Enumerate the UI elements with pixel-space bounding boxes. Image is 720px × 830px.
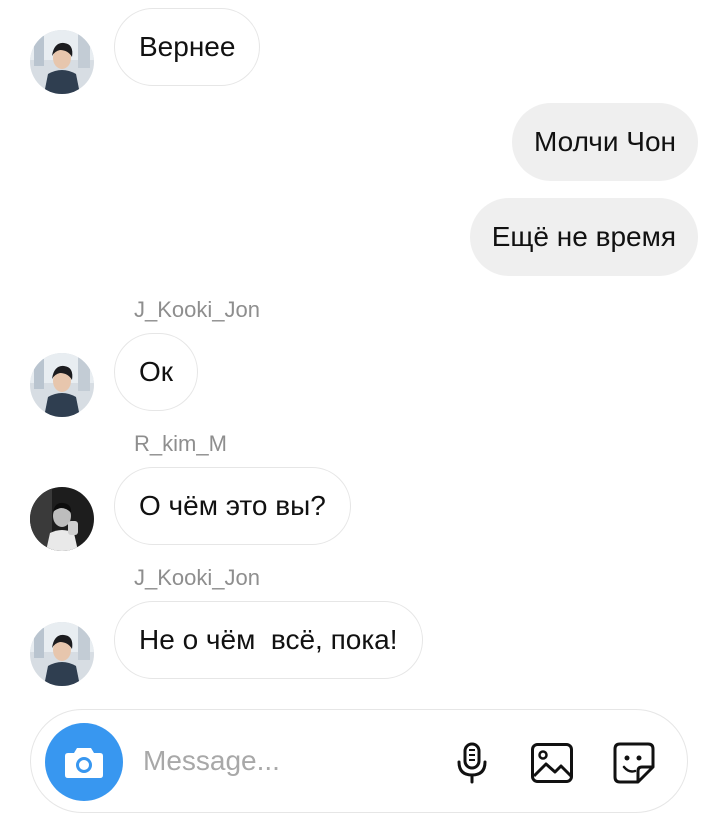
- microphone-button[interactable]: [449, 740, 495, 786]
- sender-username: R_kim_M: [134, 431, 227, 456]
- message-input[interactable]: [143, 738, 443, 784]
- avatar[interactable]: [30, 30, 94, 94]
- avatar[interactable]: [30, 353, 94, 417]
- incoming-message-bubble[interactable]: Вернее: [114, 8, 261, 86]
- avatar[interactable]: [30, 487, 94, 551]
- sticker-icon: [613, 742, 655, 784]
- camera-button[interactable]: [45, 723, 123, 801]
- message-composer: [30, 709, 688, 813]
- outgoing-message-bubble[interactable]: Молчи Чон: [511, 103, 698, 181]
- jungkook-avatar-image: [30, 30, 94, 94]
- jungkook-avatar-image: [30, 622, 94, 686]
- outgoing-message-bubble[interactable]: Ещё не время: [469, 198, 698, 276]
- microphone-icon: [457, 742, 487, 784]
- gallery-button[interactable]: [529, 740, 575, 786]
- gallery-icon: [531, 743, 573, 783]
- rm-avatar-image: [30, 487, 94, 551]
- incoming-message-bubble[interactable]: Ок: [114, 333, 199, 411]
- jungkook-avatar-image: [30, 353, 94, 417]
- incoming-message-bubble[interactable]: О чём это вы?: [114, 467, 351, 545]
- message-thread: Вернее Молчи Чон Ещё не время J_Kooki_Jo…: [0, 0, 720, 700]
- sticker-button[interactable]: [611, 740, 657, 786]
- camera-icon: [65, 748, 103, 778]
- sender-username: J_Kooki_Jon: [134, 565, 260, 590]
- sender-username: J_Kooki_Jon: [134, 297, 260, 322]
- incoming-message-bubble[interactable]: Не о чём всё, пока!: [114, 601, 423, 679]
- avatar[interactable]: [30, 622, 94, 686]
